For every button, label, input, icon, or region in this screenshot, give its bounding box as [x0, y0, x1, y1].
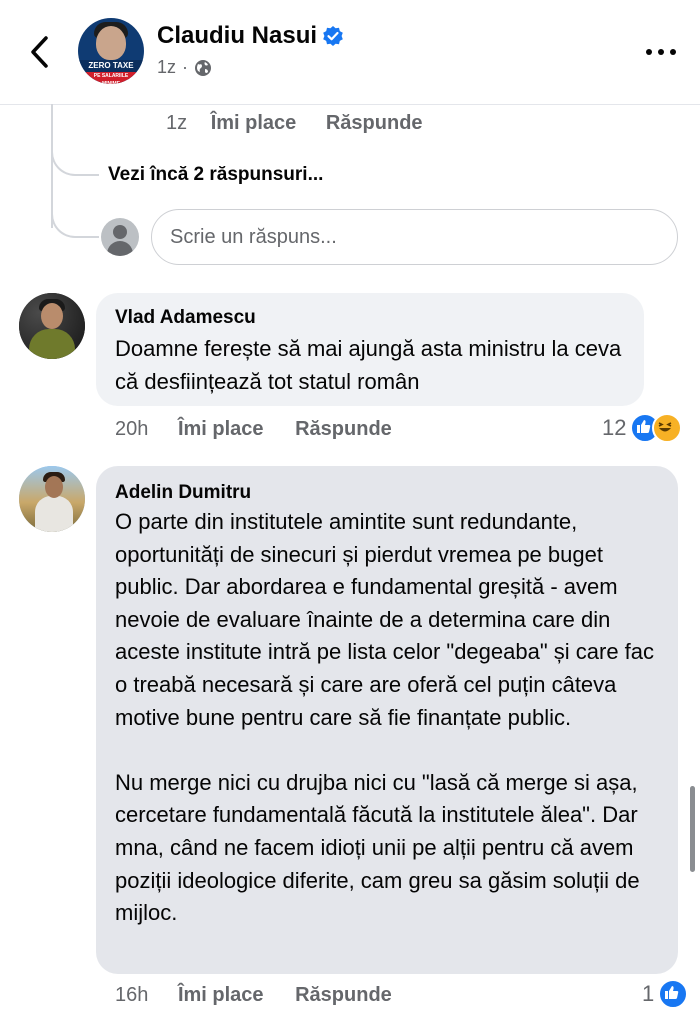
- globe-icon: [195, 59, 212, 76]
- prev-reply-time[interactable]: 1z: [166, 112, 187, 134]
- comment-author[interactable]: Adelin Dumitru: [115, 482, 251, 504]
- verified-badge-icon: [323, 26, 343, 46]
- reaction-count: 12: [602, 415, 627, 440]
- comment-bubble[interactable]: Adelin Dumitru O parte din institutele a…: [96, 466, 678, 974]
- thread-connector: [51, 140, 99, 176]
- avatar-banner: ZERO TAXE PE SALARIILE MINIME: [78, 60, 144, 84]
- thread-connector: [51, 200, 99, 238]
- like-button[interactable]: Îmi place: [178, 984, 264, 1006]
- haha-reaction-icon: [652, 413, 683, 443]
- reaction-summary[interactable]: 1: [642, 979, 689, 1009]
- more-horizontal-icon: [646, 49, 652, 55]
- comment-author[interactable]: Vlad Adamescu: [115, 307, 256, 329]
- comment-time[interactable]: 20h: [115, 418, 148, 440]
- avatar[interactable]: [19, 466, 85, 532]
- view-more-replies-link[interactable]: Vezi încă 2 răspunsuri...: [108, 164, 323, 186]
- page-avatar[interactable]: ZERO TAXE PE SALARIILE MINIME: [78, 18, 144, 84]
- page-name[interactable]: Claudiu Nasui: [157, 22, 317, 50]
- comment-actions: 16h Îmi place Răspunde: [115, 984, 392, 1007]
- comment-bubble[interactable]: Vlad Adamescu Doamne ferește să mai ajun…: [96, 293, 644, 406]
- scrollbar[interactable]: [690, 786, 695, 872]
- reply-button[interactable]: Răspunde: [295, 418, 392, 440]
- avatar[interactable]: [19, 293, 85, 359]
- reply-input[interactable]: [151, 209, 678, 265]
- comment-text: Doamne ferește să mai ajungă asta minist…: [115, 336, 628, 394]
- reaction-count: 1: [642, 981, 655, 1006]
- more-options-button[interactable]: [642, 40, 680, 64]
- prev-reply-reply-button[interactable]: Răspunde: [326, 112, 423, 134]
- prev-reply-actions: 1z Îmi place Răspunde: [166, 112, 423, 135]
- comment-time[interactable]: 16h: [115, 984, 148, 1006]
- post-header: ZERO TAXE PE SALARIILE MINIME Claudiu Na…: [0, 0, 700, 105]
- reply-button[interactable]: Răspunde: [295, 984, 392, 1006]
- post-time[interactable]: 1z: [157, 57, 176, 78]
- like-reaction-icon: [658, 979, 689, 1009]
- reaction-summary[interactable]: 12: [602, 413, 683, 443]
- current-user-avatar: [101, 218, 139, 256]
- comment-text: O parte din institutele amintite sunt re…: [115, 509, 655, 926]
- post-meta: 1z ·: [157, 57, 212, 78]
- prev-reply-like-button[interactable]: Îmi place: [211, 112, 297, 134]
- like-button[interactable]: Îmi place: [178, 418, 264, 440]
- comment-actions: 20h Îmi place Răspunde: [115, 418, 392, 441]
- back-button[interactable]: [22, 30, 58, 74]
- chevron-left-icon: [31, 36, 48, 68]
